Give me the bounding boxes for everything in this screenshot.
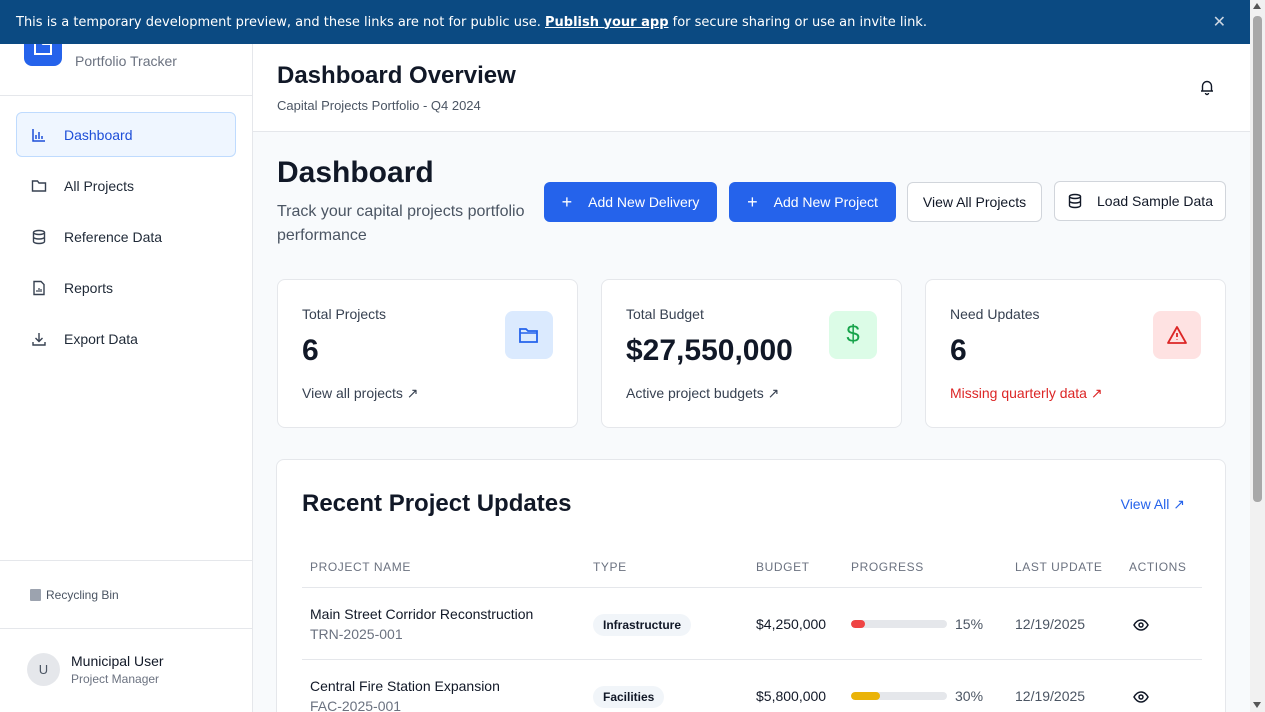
- column-header: LAST UPDATE: [1015, 560, 1103, 574]
- preview-banner: This is a temporary development preview,…: [0, 0, 1250, 44]
- folder-icon: [29, 178, 49, 194]
- avatar: U: [27, 653, 60, 686]
- publish-app-link[interactable]: Publish your app: [545, 15, 669, 30]
- total-budget-card: Total Budget $27,550,000 Active project …: [601, 279, 902, 428]
- close-icon[interactable]: ✕: [1213, 12, 1226, 31]
- load-sample-data-button[interactable]: Load Sample Data: [1054, 181, 1226, 221]
- last-update-date: 12/19/2025: [1015, 688, 1086, 704]
- sidebar-item-dashboard[interactable]: Dashboard: [16, 112, 236, 157]
- folder-icon: [505, 311, 553, 359]
- view-all-projects-label: View All Projects: [922, 194, 1027, 210]
- project-code: TRN-2025-001: [310, 626, 403, 642]
- column-header: ACTIONS: [1129, 560, 1187, 574]
- download-icon: [29, 331, 49, 347]
- scroll-down-icon[interactable]: [1253, 702, 1261, 708]
- banner-text-after: for secure sharing or use an invite link…: [672, 14, 927, 30]
- user-name: Municipal User: [71, 653, 164, 669]
- sidebar-item-label: Dashboard: [64, 126, 133, 143]
- progress-fill: [851, 620, 866, 628]
- sidebar-item-export-data[interactable]: Export Data: [16, 316, 236, 361]
- table-row[interactable]: Main Street Corridor Reconstruction TRN-…: [302, 587, 1202, 659]
- view-all-projects-button[interactable]: View All Projects: [907, 182, 1042, 222]
- page-header: Dashboard Overview Capital Projects Port…: [253, 44, 1250, 132]
- sidebar-item-label: Export Data: [64, 330, 138, 347]
- type-badge: Facilities: [593, 686, 665, 708]
- add-new-delivery-label: Add New Delivery: [588, 194, 700, 210]
- budget-value: $5,800,000: [756, 688, 827, 704]
- type-badge: Infrastructure: [593, 614, 692, 636]
- card-value: 6: [302, 334, 319, 367]
- user-profile[interactable]: U Municipal User Project Manager: [27, 653, 164, 686]
- dollar-icon: $: [829, 311, 877, 359]
- budget-value: $4,250,000: [756, 616, 827, 632]
- sidebar-item-label: Reference Data: [64, 228, 163, 245]
- project-name: Central Fire Station Expansion: [310, 678, 500, 694]
- progress-bar: [851, 620, 947, 628]
- project-name: Main Street Corridor Reconstruction: [310, 606, 534, 622]
- sidebar-nav: Dashboard All Projects Reference Data Re…: [16, 112, 236, 367]
- eye-icon[interactable]: [1133, 617, 1149, 633]
- eye-icon[interactable]: [1133, 689, 1149, 705]
- database-icon: [1067, 193, 1083, 209]
- dashboard-title: Dashboard: [277, 156, 434, 189]
- user-role: Project Manager: [71, 672, 160, 686]
- view-all-projects-link[interactable]: View all projects ↗: [302, 385, 419, 402]
- recent-updates-title: Recent Project Updates: [302, 490, 572, 517]
- database-icon: [29, 229, 49, 245]
- card-label: Need Updates: [950, 306, 1040, 322]
- card-label: Total Budget: [626, 306, 704, 322]
- warning-icon: [1153, 311, 1201, 359]
- card-label: Total Projects: [302, 306, 387, 322]
- table-row[interactable]: Central Fire Station Expansion FAC-2025-…: [302, 659, 1202, 712]
- need-updates-card: Need Updates 6 Missing quarterly data ↗: [925, 279, 1226, 428]
- column-header: PROGRESS: [851, 560, 924, 574]
- scrollbar[interactable]: [1250, 0, 1265, 712]
- page-subtitle: Capital Projects Portfolio - Q4 2024: [277, 98, 481, 113]
- sidebar-item-reference-data[interactable]: Reference Data: [16, 214, 236, 259]
- column-header: TYPE: [593, 560, 627, 574]
- plus-icon: +: [561, 192, 573, 212]
- sidebar-item-all-projects[interactable]: All Projects: [16, 163, 236, 208]
- banner-text: This is a temporary development preview,…: [16, 14, 541, 30]
- bell-icon[interactable]: [1198, 78, 1216, 96]
- progress-percent: 15%: [955, 616, 984, 632]
- sidebar-item-label: Reports: [64, 279, 114, 296]
- card-value: 6: [950, 334, 967, 367]
- active-budgets-link[interactable]: Active project budgets ↗: [626, 385, 779, 402]
- sidebar-item-label: All Projects: [64, 177, 135, 194]
- view-all-link[interactable]: View All ↗: [1121, 496, 1185, 513]
- add-new-delivery-button[interactable]: + Add New Delivery: [544, 182, 717, 222]
- plus-icon: +: [747, 192, 758, 212]
- page-title: Dashboard Overview: [277, 62, 516, 89]
- progress-fill: [851, 692, 880, 700]
- add-new-project-button[interactable]: + Add New Project: [729, 182, 896, 222]
- column-header: BUDGET: [756, 560, 810, 574]
- recent-updates-panel: Recent Project Updates View All ↗ PROJEC…: [276, 459, 1226, 712]
- project-code: FAC-2025-001: [310, 698, 402, 712]
- load-sample-data-label: Load Sample Data: [1097, 193, 1213, 209]
- column-header: PROJECT NAME: [310, 560, 411, 574]
- progress-bar: [851, 692, 947, 700]
- recycling-bin-label: Recycling Bin: [46, 587, 119, 602]
- dashboard-description: Track your capital projects portfolio pe…: [277, 203, 525, 244]
- total-projects-card: Total Projects 6 View all projects ↗: [277, 279, 578, 428]
- scroll-up-icon[interactable]: [1253, 3, 1261, 9]
- missing-quarterly-data-link[interactable]: Missing quarterly data ↗: [950, 385, 1103, 402]
- sidebar: Portfolio Tracker Dashboard All Projects…: [0, 0, 253, 712]
- trash-icon: [30, 588, 41, 601]
- last-update-date: 12/19/2025: [1015, 616, 1086, 632]
- add-new-project-label: Add New Project: [773, 194, 878, 210]
- recycling-bin-link[interactable]: Recycling Bin: [0, 560, 253, 629]
- bar-chart-icon: [29, 127, 49, 143]
- card-value: $27,550,000: [626, 334, 793, 367]
- progress-percent: 30%: [955, 688, 984, 704]
- report-icon: [29, 280, 49, 296]
- scrollbar-thumb[interactable]: [1253, 16, 1262, 502]
- brand-subtitle: Portfolio Tracker: [75, 53, 177, 69]
- sidebar-item-reports[interactable]: Reports: [16, 265, 236, 310]
